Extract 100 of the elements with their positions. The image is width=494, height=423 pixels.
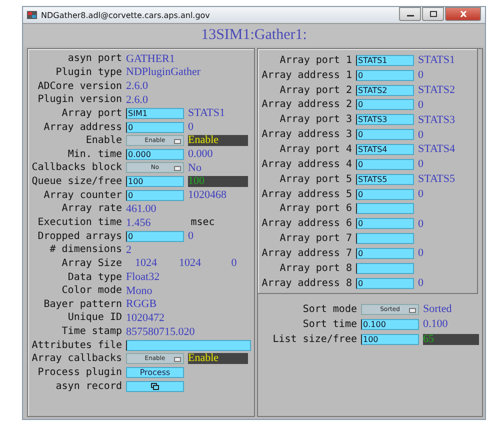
readback-value: 0 (418, 69, 424, 82)
field-label: Time stamp (60, 326, 122, 338)
field-label: Array address 4 (260, 158, 352, 170)
field-label: Execution time (36, 217, 122, 228)
input-field[interactable]: 100 (126, 176, 184, 188)
field-label: Plugin type (54, 66, 122, 78)
field-label: Data type (66, 272, 122, 283)
field-label: Array address 6 (260, 218, 352, 230)
input-field[interactable]: STATS2 (356, 84, 414, 96)
input-field[interactable]: 0 (126, 190, 184, 201)
input-field[interactable]: 0 (356, 248, 414, 259)
input-field[interactable]: 0.000 (126, 148, 184, 160)
value-text: 2 (126, 244, 132, 256)
field-label: asyn port (66, 53, 122, 64)
field-label: Array address 7 (260, 248, 352, 259)
field-label: Array port 8 (278, 262, 352, 274)
input-field[interactable]: STATS5 (356, 174, 414, 185)
input-field[interactable]: 0 (356, 70, 414, 81)
readback-value: 0 (188, 121, 194, 134)
readback-value: No (188, 162, 202, 174)
input-field[interactable]: SIM1 (126, 108, 184, 119)
field-label: Array address 8 (260, 278, 352, 289)
value-text: Mono (126, 284, 152, 297)
value-text: GATHER1 (126, 52, 175, 65)
readback-value: 0 (418, 98, 424, 111)
field-label: # dimensions (48, 244, 122, 256)
field-label: asyn record (54, 380, 122, 392)
value-text: 461.00 (126, 202, 156, 215)
field-label: Array port 3 (278, 114, 352, 126)
value-text: RGGB (126, 298, 157, 310)
field-label: Array address 3 (260, 129, 352, 140)
input-field[interactable]: STATS4 (356, 144, 414, 155)
field-label: Min. time (66, 148, 122, 160)
input-field[interactable] (356, 262, 414, 274)
value-text: NDPluginGather (126, 66, 201, 78)
maximize-button[interactable] (422, 7, 444, 21)
readback-value: 0 (418, 188, 424, 200)
readback-value: STATS5 (418, 173, 456, 186)
field-label: Array port 6 (278, 203, 352, 214)
field-label: Array Size (60, 258, 122, 269)
field-label: Array address (42, 122, 122, 133)
field-label: Callbacks block (30, 162, 122, 174)
field-label: Attributes file (30, 340, 122, 351)
readback-value: 0 (418, 158, 424, 170)
input-field[interactable] (356, 203, 414, 214)
field-label: Array port 2 (278, 84, 352, 96)
input-field[interactable]: 100 (361, 334, 419, 344)
field-label: Array address 2 (260, 99, 352, 110)
field-label: List size/free (272, 334, 357, 344)
readback-value: 100 (188, 176, 248, 188)
value-text: 1020472 (126, 312, 164, 324)
maximize-icon (430, 11, 436, 17)
input-field[interactable]: STATS3 (356, 114, 414, 126)
value-text: 2.6.0 (126, 94, 148, 106)
process-button[interactable]: Process (126, 367, 184, 378)
readback-value: 0 (418, 218, 424, 230)
field-label: Color mode (60, 285, 122, 296)
field-label: Sort time (302, 318, 357, 330)
field-label: Array port 5 (278, 174, 352, 185)
close-button[interactable] (445, 7, 481, 21)
related-display-button[interactable] (126, 380, 184, 392)
value-text: 1024 (178, 257, 202, 270)
readback-value: Enable (188, 135, 248, 146)
readback-value: 0 (418, 247, 424, 260)
readback-value: STATS1 (188, 107, 226, 120)
readback-value: 65 (423, 334, 479, 344)
input-field[interactable]: 0 (356, 99, 414, 110)
input-field[interactable]: STATS1 (356, 54, 414, 66)
readback-value: Sorted (423, 303, 452, 315)
app-icon (27, 11, 37, 19)
input-field[interactable]: 0 (126, 122, 184, 133)
input-field[interactable]: 0 (356, 188, 414, 200)
screen-title: 13SIM1:Gather1: (201, 26, 307, 44)
field-label: Array port (60, 108, 122, 119)
field-label: Array counter (42, 190, 122, 201)
input-field[interactable]: 0 (356, 129, 414, 140)
field-label: Sort mode (302, 304, 357, 314)
input-field[interactable] (356, 233, 414, 244)
readback-value: 0.000 (188, 148, 213, 160)
field-label: Queue size/free (30, 176, 122, 188)
input-field[interactable]: 0 (356, 278, 414, 289)
input-field[interactable]: 0 (356, 158, 414, 170)
readback-value: 0.100 (423, 318, 448, 330)
readback-value: STATS2 (418, 84, 456, 96)
minimize-button[interactable] (399, 7, 421, 21)
input-field[interactable]: 0 (356, 218, 414, 230)
field-label: Array port 7 (278, 233, 352, 244)
readback-value: STATS4 (418, 143, 456, 156)
value-text: 0 (230, 257, 238, 270)
field-label: Process plugin (36, 367, 122, 378)
input-field[interactable] (126, 340, 251, 351)
field-label: Array callbacks (30, 353, 122, 364)
readback-value: 1020468 (188, 189, 226, 202)
value-text: Float32 (126, 271, 160, 284)
field-label: Array address 5 (260, 188, 352, 200)
readback-value: Enable (188, 353, 248, 364)
input-field[interactable]: 0.100 (361, 318, 419, 330)
input-field[interactable]: 0 (126, 230, 184, 242)
field-label: Dropped arrays (36, 230, 122, 242)
readback-value: 0 (418, 128, 424, 141)
